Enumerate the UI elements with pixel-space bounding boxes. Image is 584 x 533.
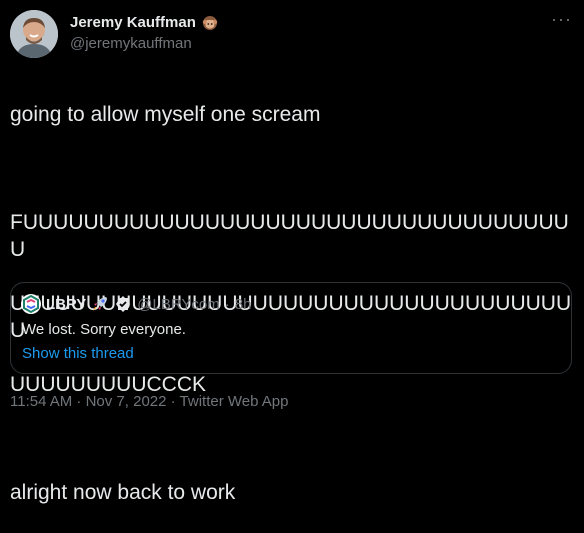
more-options-icon[interactable]: ···: [551, 10, 572, 28]
tweet-line: going to allow myself one scream: [10, 103, 321, 126]
quoted-time[interactable]: 8h: [235, 296, 252, 313]
tweet-line: FUUUUUUUUUUUUUUUUUUUUUUUUUUUUUUUUUUUUU: [10, 211, 569, 261]
avatar[interactable]: [10, 10, 58, 58]
author-display-name[interactable]: Jeremy Kauffman: [70, 14, 196, 31]
show-thread-link[interactable]: Show this thread: [22, 345, 134, 362]
tweet-header: Jeremy Kauffman @jeremykauffman ···: [10, 10, 574, 58]
rocket-icon: [93, 297, 108, 311]
tweet-line: alright now back to work: [10, 481, 236, 504]
quoted-author-name: LBRY: [46, 295, 87, 313]
quoted-tweet[interactable]: LBRY @LBRYcom · 8h We lost. Sorry everyo…: [10, 282, 572, 374]
monkey-emoji-icon: [202, 15, 218, 30]
verified-badge-icon: [116, 296, 131, 312]
quoted-tweet-header: LBRY @LBRYcom · 8h: [21, 294, 251, 314]
lbry-logo-icon[interactable]: [21, 294, 41, 314]
quoted-author-handle: @LBRYcom: [137, 295, 220, 313]
avatar-image: [10, 10, 58, 58]
quoted-tweet-text: We lost. Sorry everyone.: [22, 321, 186, 338]
author-handle[interactable]: @jeremykauffman: [70, 35, 192, 52]
quoted-time-separator: ·: [224, 295, 230, 313]
tweet-timestamp[interactable]: 11:54 AM · Nov 7, 2022 · Twitter Web App: [10, 393, 288, 410]
